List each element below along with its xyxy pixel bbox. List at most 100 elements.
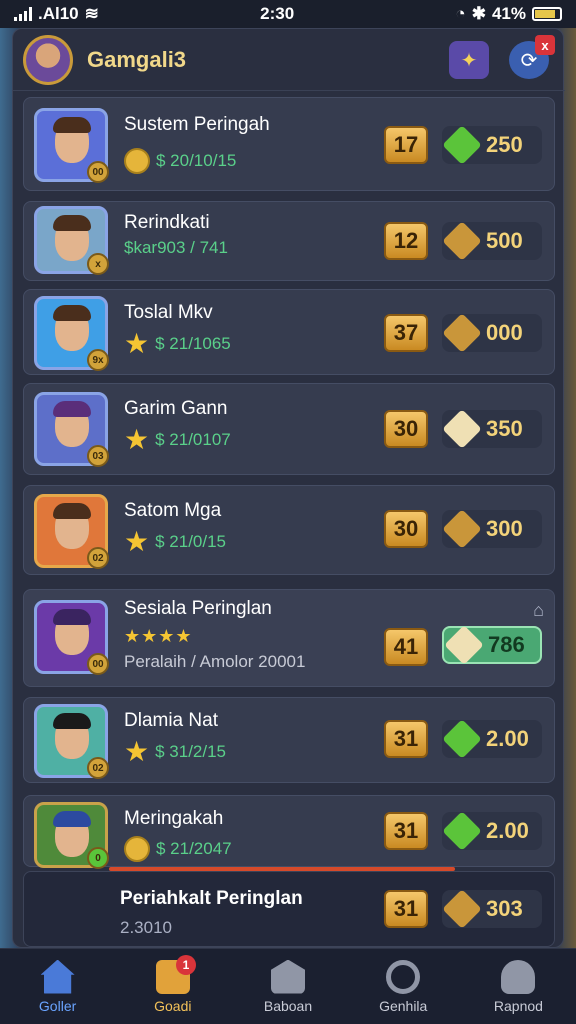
level-badge: 41 xyxy=(384,628,428,666)
row-subtitle: 2.3010 xyxy=(120,918,172,938)
list-item-highlighted[interactable]: 00 Sesiala Peringlan ★★★★ Peralaih / Amo… xyxy=(23,589,555,687)
app-title: Gamgali3 xyxy=(87,46,187,72)
row-avatar: 03 xyxy=(34,392,109,467)
row-subtitle-text: Peralaih / Amolor 20001 xyxy=(124,652,306,671)
row-avatar: 00 xyxy=(34,600,109,675)
row-name: Garim Gann xyxy=(124,398,228,419)
hair-shape xyxy=(53,215,91,231)
rank-badge: x xyxy=(87,253,109,275)
list-item[interactable]: 02 Dlamia Nat ★ $ 31/2/15 31 2.00 xyxy=(23,697,555,783)
row-avatar: x xyxy=(34,206,109,275)
row-avatar: 0 xyxy=(34,802,109,869)
row-subtitle: ★ $ 21/1065 xyxy=(124,330,231,358)
level-badge: 31 xyxy=(384,890,428,928)
row-subtitle-text: $ 20/10/15 xyxy=(156,151,237,170)
nav-label: Goller xyxy=(38,997,77,1014)
score-pill: 300 xyxy=(442,509,542,549)
row-subtitle-text: $ 31/2/15 xyxy=(155,742,227,761)
player-avatar[interactable] xyxy=(23,34,73,85)
hair-shape xyxy=(53,305,91,321)
shop-notification-badge: 1 xyxy=(176,955,196,975)
gem-icon xyxy=(442,221,482,261)
nav-label: Goadi xyxy=(154,997,192,1014)
list-item[interactable]: 03 Garim Gann ★ $ 21/0107 30 350 xyxy=(23,383,555,475)
main-panel: Gamgali3 ✦ ⟳ x 00 Sustem Peringah $ 20/1… xyxy=(12,28,565,948)
row-name: Meringakah xyxy=(124,808,224,829)
status-right: ◔ ✱ 41% xyxy=(455,4,562,24)
home-icon xyxy=(40,959,75,994)
star-icon: ★ xyxy=(124,424,150,455)
level-badge: 31 xyxy=(384,812,428,850)
score-value: 250 xyxy=(486,132,523,157)
score-value: 000 xyxy=(486,320,523,345)
score-value: 2.00 xyxy=(486,818,529,843)
score-pill: 000 xyxy=(442,313,542,353)
list-item[interactable]: 0 Meringakah $ 21/2047 31 2.00 xyxy=(23,795,555,869)
shield-icon xyxy=(271,959,305,994)
list-item[interactable]: 9x Toslal Mkv ★ $ 21/1065 37 000 xyxy=(23,289,555,375)
score-pill-active: 786 xyxy=(442,625,542,665)
nav-boost[interactable]: Baboan xyxy=(230,949,345,1024)
row-avatar: 00 xyxy=(34,108,109,183)
star-icon: ★ xyxy=(124,526,150,557)
nav-profile[interactable]: Rapnod xyxy=(461,949,576,1024)
score-value: 350 xyxy=(486,416,523,441)
row-subtitle: $ 20/10/15 xyxy=(124,148,236,174)
profile-icon xyxy=(501,959,536,994)
coin-icon xyxy=(124,836,150,862)
score-value: 500 xyxy=(486,228,523,253)
row-name: Sustem Peringah xyxy=(124,114,270,135)
nav-shop[interactable]: Goadi xyxy=(115,949,230,1024)
home-icon[interactable]: ⌂ xyxy=(533,600,544,621)
signal-icon xyxy=(14,7,32,21)
link-button[interactable]: ⟳ x xyxy=(509,35,555,79)
level-badge: 37 xyxy=(384,314,428,352)
gem-icon xyxy=(442,125,482,165)
hair-shape xyxy=(53,609,91,625)
hair-shape xyxy=(53,503,91,519)
row-subtitle: $kar903 / 741 xyxy=(124,238,228,258)
score-value: 303 xyxy=(486,896,523,921)
row-subtitle-text: $ 21/0107 xyxy=(155,430,231,449)
row-subtitle-text: $ 21/1065 xyxy=(155,334,231,353)
favorite-button[interactable]: ✦ xyxy=(449,41,489,79)
nav-label: Rapnod xyxy=(493,997,543,1014)
list-item[interactable]: 02 Satom Mga ★ $ 21/0/15 30 300 xyxy=(23,485,555,575)
row-name: Toslal Mkv xyxy=(124,302,213,323)
rank-badge: 02 xyxy=(87,757,109,779)
row-name: Dlamia Nat xyxy=(124,710,218,731)
level-badge: 17 xyxy=(384,126,428,164)
hair-shape xyxy=(53,713,91,729)
gem-icon xyxy=(442,719,482,759)
rank-badge: 00 xyxy=(87,161,109,183)
close-badge[interactable]: x xyxy=(535,35,555,55)
row-avatar: 02 xyxy=(34,704,109,779)
row-avatar: 02 xyxy=(34,494,109,569)
hair-shape xyxy=(53,401,91,417)
rank-badge: 0 xyxy=(87,847,109,869)
status-left: .Al10 ≋ xyxy=(14,4,99,24)
level-badge: 30 xyxy=(384,510,428,548)
score-pill: 350 xyxy=(442,409,542,449)
sub-list-item[interactable]: Periahkalt Peringlan 2.3010 31 303 xyxy=(23,871,555,947)
row-subtitle-text: 2.3010 xyxy=(120,918,172,937)
battery-percent: 41% xyxy=(491,4,526,23)
nav-search[interactable]: Genhila xyxy=(346,949,461,1024)
gem-icon xyxy=(442,889,482,929)
list-item[interactable]: x Rerindkati $kar903 / 741 12 500 xyxy=(23,201,555,281)
row-subtitle-text: $ 21/2047 xyxy=(156,839,232,858)
level-badge: 30 xyxy=(384,410,428,448)
carrier-text: .Al10 xyxy=(38,4,79,23)
nav-label: Genhila xyxy=(379,997,428,1014)
row-subtitle: ★ $ 21/0/15 xyxy=(124,528,226,556)
rank-badge: 9x xyxy=(87,349,109,371)
bottom-nav: Goller Goadi Baboan Genhila Rapnod 1 xyxy=(0,948,576,1024)
status-time: 2:30 xyxy=(260,4,295,23)
score-value: 300 xyxy=(486,516,523,541)
row-name: Sesiala Peringlan xyxy=(124,598,272,619)
list-item[interactable]: 00 Sustem Peringah $ 20/10/15 17 250 xyxy=(23,97,555,191)
nav-home[interactable]: Goller xyxy=(0,949,115,1024)
hair-shape xyxy=(53,811,91,827)
row-name: Rerindkati xyxy=(124,212,210,233)
score-pill: 303 xyxy=(442,889,542,929)
